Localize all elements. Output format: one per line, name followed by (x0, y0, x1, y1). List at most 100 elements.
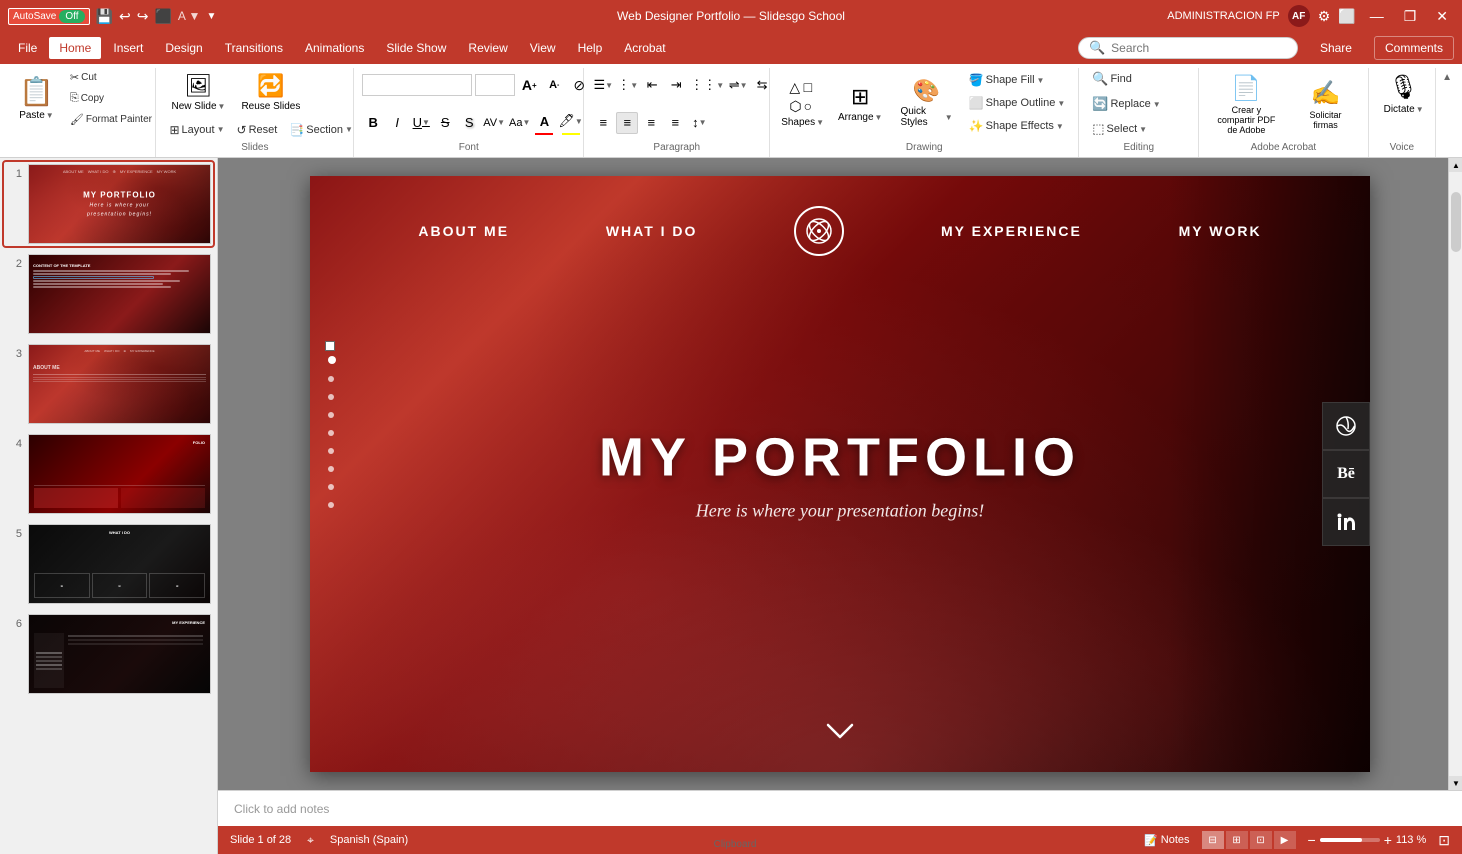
cut-button[interactable]: ✂ Cut (65, 68, 157, 87)
title-bar-left: AutoSave Off 💾 ↩ ↪ ⬛ A ▼ ▼ (8, 8, 216, 25)
line-spacing-button[interactable]: ↕▼ (688, 112, 710, 134)
copy-button[interactable]: ⎘ Copy (65, 89, 157, 108)
columns-button[interactable]: ⋮⋮▼ (689, 74, 725, 96)
bullet-list-button[interactable]: ☰▼ (592, 74, 614, 96)
increase-font-button[interactable]: A+ (518, 74, 540, 96)
bold-button[interactable]: B (362, 112, 384, 134)
shape-fill-button[interactable]: 🪣 Shape Fill ▼ (964, 70, 1071, 90)
user-avatar[interactable]: AF (1288, 5, 1310, 27)
slide-thumb-6[interactable]: 6 MY EXPERIENCE (4, 612, 213, 696)
scrollbar-thumb[interactable] (1451, 192, 1461, 252)
slide-thumb-1[interactable]: 1 ABOUT MEWHAT I DO⊕MY EXPERIENCEMY WORK… (4, 162, 213, 246)
menu-view[interactable]: View (520, 37, 566, 59)
format-painter-button[interactable]: 🖌 Format Painter (65, 110, 157, 129)
decrease-font-button[interactable]: A- (543, 74, 565, 96)
underline-button[interactable]: U▼ (410, 112, 432, 134)
scrollbar-track[interactable] (1449, 172, 1462, 776)
text-direction-button[interactable]: ⇌▼ (727, 74, 749, 96)
quick-styles-button[interactable]: 🎨 Quick Styles ▼ (893, 68, 959, 138)
restore-button[interactable]: ❐ (1398, 6, 1423, 27)
slide-thumb-4[interactable]: 4 FOLIO (4, 432, 213, 516)
menu-transitions[interactable]: Transitions (215, 37, 293, 59)
italic-button[interactable]: I (386, 112, 408, 134)
autosave-badge[interactable]: AutoSave Off (8, 8, 90, 25)
nav-what-i-do[interactable]: WHAT I DO (606, 223, 698, 239)
slide-thumb-3[interactable]: 3 ABOUT MEWHAT I DO⊕MY EXPERIENCE ABOUT … (4, 342, 213, 426)
justify-button[interactable]: ≡ (664, 112, 686, 134)
reuse-slides-button[interactable]: 🔁 Reuse Slides (234, 68, 307, 117)
create-share-pdf-button[interactable]: 📄 Crear y compartir PDF de Adobe (1207, 69, 1285, 140)
nav-about-me[interactable]: ABOUT ME (418, 223, 509, 239)
nav-my-work[interactable]: MY WORK (1179, 223, 1262, 239)
down-arrow (824, 716, 856, 748)
customize-icon[interactable]: A ▼ (178, 9, 201, 23)
dribbble-icon[interactable] (1322, 402, 1370, 450)
menu-home[interactable]: Home (49, 37, 101, 59)
customize-ribbon-icon[interactable]: ⚙ (1318, 8, 1331, 25)
menu-design[interactable]: Design (155, 37, 212, 59)
char-spacing-button[interactable]: AV▼ (482, 112, 506, 134)
new-slide-button[interactable]: 🖼 New Slide ▼ (164, 68, 232, 117)
layout-button[interactable]: ⊞ Layout ▼ (164, 120, 229, 140)
scroll-up-button[interactable]: ▲ (1449, 158, 1462, 172)
shape-effects-button[interactable]: ✨ Shape Effects ▼ (964, 116, 1071, 136)
slide-thumb-2[interactable]: 2 CONTENT OF THE TEMPLATE (4, 252, 213, 336)
undo-icon[interactable]: ↩ (119, 8, 131, 25)
redo-icon[interactable]: ↪ (137, 8, 149, 25)
replace-button[interactable]: 🔄 Replace ▼ (1087, 93, 1165, 115)
menu-review[interactable]: Review (458, 37, 517, 59)
find-button[interactable]: 🔍 Find (1087, 68, 1165, 90)
linkedin-icon[interactable] (1322, 498, 1370, 546)
notes-bar[interactable]: Click to add notes (218, 790, 1462, 826)
strikethrough-button[interactable]: S (434, 112, 456, 134)
scroll-down-button[interactable]: ▼ (1449, 776, 1462, 790)
share-button[interactable]: Share (1306, 37, 1366, 59)
decrease-indent-button[interactable]: ⇤ (641, 74, 663, 96)
paste-dropdown[interactable]: ▼ (46, 111, 54, 120)
notes-placeholder: Click to add notes (234, 802, 329, 816)
request-signatures-button[interactable]: ✍ Solicitar firmas (1291, 74, 1359, 135)
font-family-input[interactable] (362, 74, 472, 96)
increase-indent-button[interactable]: ⇥ (665, 74, 687, 96)
new-slide-dropdown[interactable]: ▼ (218, 102, 226, 111)
selection-handle[interactable] (325, 341, 335, 351)
save-icon[interactable]: 💾 (96, 8, 113, 25)
menu-animations[interactable]: Animations (295, 37, 374, 59)
ribbon-display-icon[interactable]: ⬜ (1338, 8, 1355, 25)
search-input[interactable] (1111, 41, 1271, 55)
search-bar[interactable]: 🔍 (1078, 37, 1298, 59)
dictate-button[interactable]: 🎙 Dictate ▼ (1377, 68, 1431, 120)
close-button[interactable]: ✕ (1430, 6, 1454, 27)
autosave-label: AutoSave (13, 11, 56, 22)
present-icon[interactable]: ⬛ (154, 8, 171, 25)
minimize-button[interactable]: — (1364, 6, 1390, 26)
behance-icon[interactable]: Bē (1322, 450, 1370, 498)
paste-button[interactable]: 📋 Paste ▼ (12, 68, 61, 128)
numbered-list-button[interactable]: ⋮▼ (616, 74, 639, 96)
slide-thumb-5[interactable]: 5 WHAT I DO ⊞ ⊞ ⊞ (4, 522, 213, 606)
shapes-button[interactable]: △□ ⬡○ Shapes ▼ (778, 68, 827, 138)
menu-insert[interactable]: Insert (103, 37, 153, 59)
align-center-button[interactable]: ≡ (616, 112, 638, 134)
menu-acrobat[interactable]: Acrobat (614, 37, 675, 59)
autosave-toggle[interactable]: Off (59, 10, 84, 23)
font-size-input[interactable] (475, 74, 515, 96)
menu-file[interactable]: File (8, 37, 47, 59)
quick-access-arrow[interactable]: ▼ (206, 11, 216, 22)
highlight-button[interactable]: 🖊▼ (557, 110, 583, 132)
shape-outline-button[interactable]: ⬜ Shape Outline ▼ (964, 93, 1071, 113)
section-button[interactable]: 📑 Section ▼ (284, 120, 358, 140)
text-shadow-button[interactable]: S (458, 112, 480, 134)
nav-my-experience[interactable]: MY EXPERIENCE (941, 223, 1082, 239)
menu-slideshow[interactable]: Slide Show (376, 37, 456, 59)
comments-button[interactable]: Comments (1374, 36, 1454, 60)
collapse-ribbon-button[interactable]: ▲ (1438, 70, 1456, 85)
align-right-button[interactable]: ≡ (640, 112, 662, 134)
align-left-button[interactable]: ≡ (592, 112, 614, 134)
case-button[interactable]: Aa▼ (508, 112, 531, 134)
arrange-button[interactable]: ⊞ Arrange ▼ (831, 68, 890, 138)
reset-button[interactable]: ↺ Reset (232, 120, 283, 140)
menu-help[interactable]: Help (568, 37, 613, 59)
select-button[interactable]: ⬚ Select ▼ (1087, 118, 1165, 140)
font-color-button[interactable]: A (533, 110, 555, 132)
